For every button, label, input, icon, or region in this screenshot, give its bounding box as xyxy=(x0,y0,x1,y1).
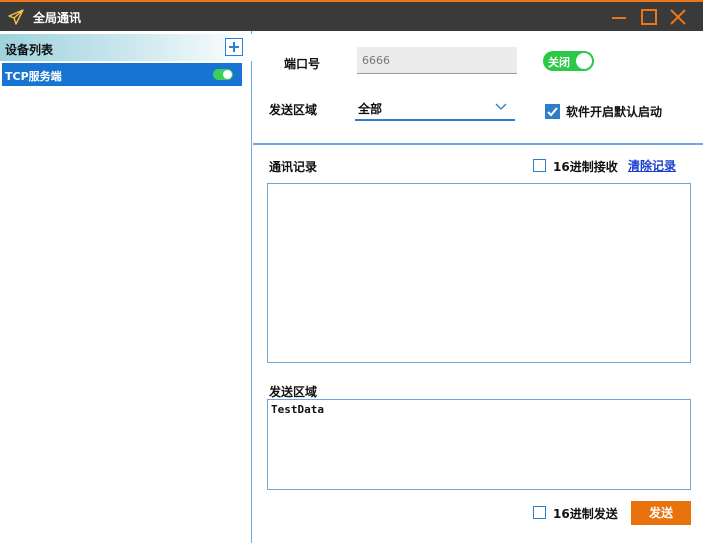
add-device-button[interactable] xyxy=(225,38,243,56)
send-area-select[interactable]: 全部 xyxy=(355,96,515,121)
device-sidebar: 设备列表 TCP服务端 xyxy=(0,31,252,543)
close-icon[interactable] xyxy=(667,6,689,28)
chevron-down-icon xyxy=(495,103,507,110)
device-enabled-toggle[interactable] xyxy=(213,69,233,80)
port-input[interactable]: 6666 xyxy=(357,47,517,74)
autostart-label: 软件开启默认启动 xyxy=(566,105,663,119)
log-textarea[interactable] xyxy=(267,183,691,363)
minimize-icon[interactable] xyxy=(608,6,630,28)
hex-send-label: 16进制发送 xyxy=(553,507,618,521)
device-list-header: 设备列表 xyxy=(0,34,252,61)
hex-send-checkbox[interactable] xyxy=(533,506,546,519)
section-divider xyxy=(253,143,703,145)
hex-receive-label: 16进制接收 xyxy=(553,160,618,174)
device-item-label: TCP服务端 xyxy=(5,70,62,83)
clear-log-link[interactable]: 清除记录 xyxy=(628,157,676,174)
log-title: 通讯记录 xyxy=(269,160,318,174)
toggle-knob xyxy=(223,70,232,79)
title-bar: 全局通讯 xyxy=(0,0,703,31)
server-switch[interactable]: 关闭 xyxy=(543,51,594,71)
port-label: 端口号 xyxy=(284,57,321,71)
send-button[interactable]: 发送 xyxy=(631,501,691,525)
send-area-selected: 全部 xyxy=(358,102,383,116)
send-title: 发送区域 xyxy=(269,385,318,399)
send-textarea[interactable]: TestData xyxy=(267,399,691,490)
maximize-icon[interactable] xyxy=(638,6,660,28)
paper-plane-icon xyxy=(8,9,24,25)
port-value: 6666 xyxy=(362,54,390,67)
server-switch-label: 关闭 xyxy=(548,56,570,69)
checkmark-icon xyxy=(547,107,558,117)
switch-knob xyxy=(576,53,592,69)
window-title: 全局通讯 xyxy=(33,11,82,25)
autostart-checkbox[interactable] xyxy=(545,104,560,119)
send-content: TestData xyxy=(271,403,324,416)
send-area-label: 发送区域 xyxy=(269,103,318,117)
device-item-tcp-server[interactable]: TCP服务端 xyxy=(2,63,242,86)
hex-receive-checkbox[interactable] xyxy=(533,159,546,172)
device-list-title: 设备列表 xyxy=(5,43,54,57)
